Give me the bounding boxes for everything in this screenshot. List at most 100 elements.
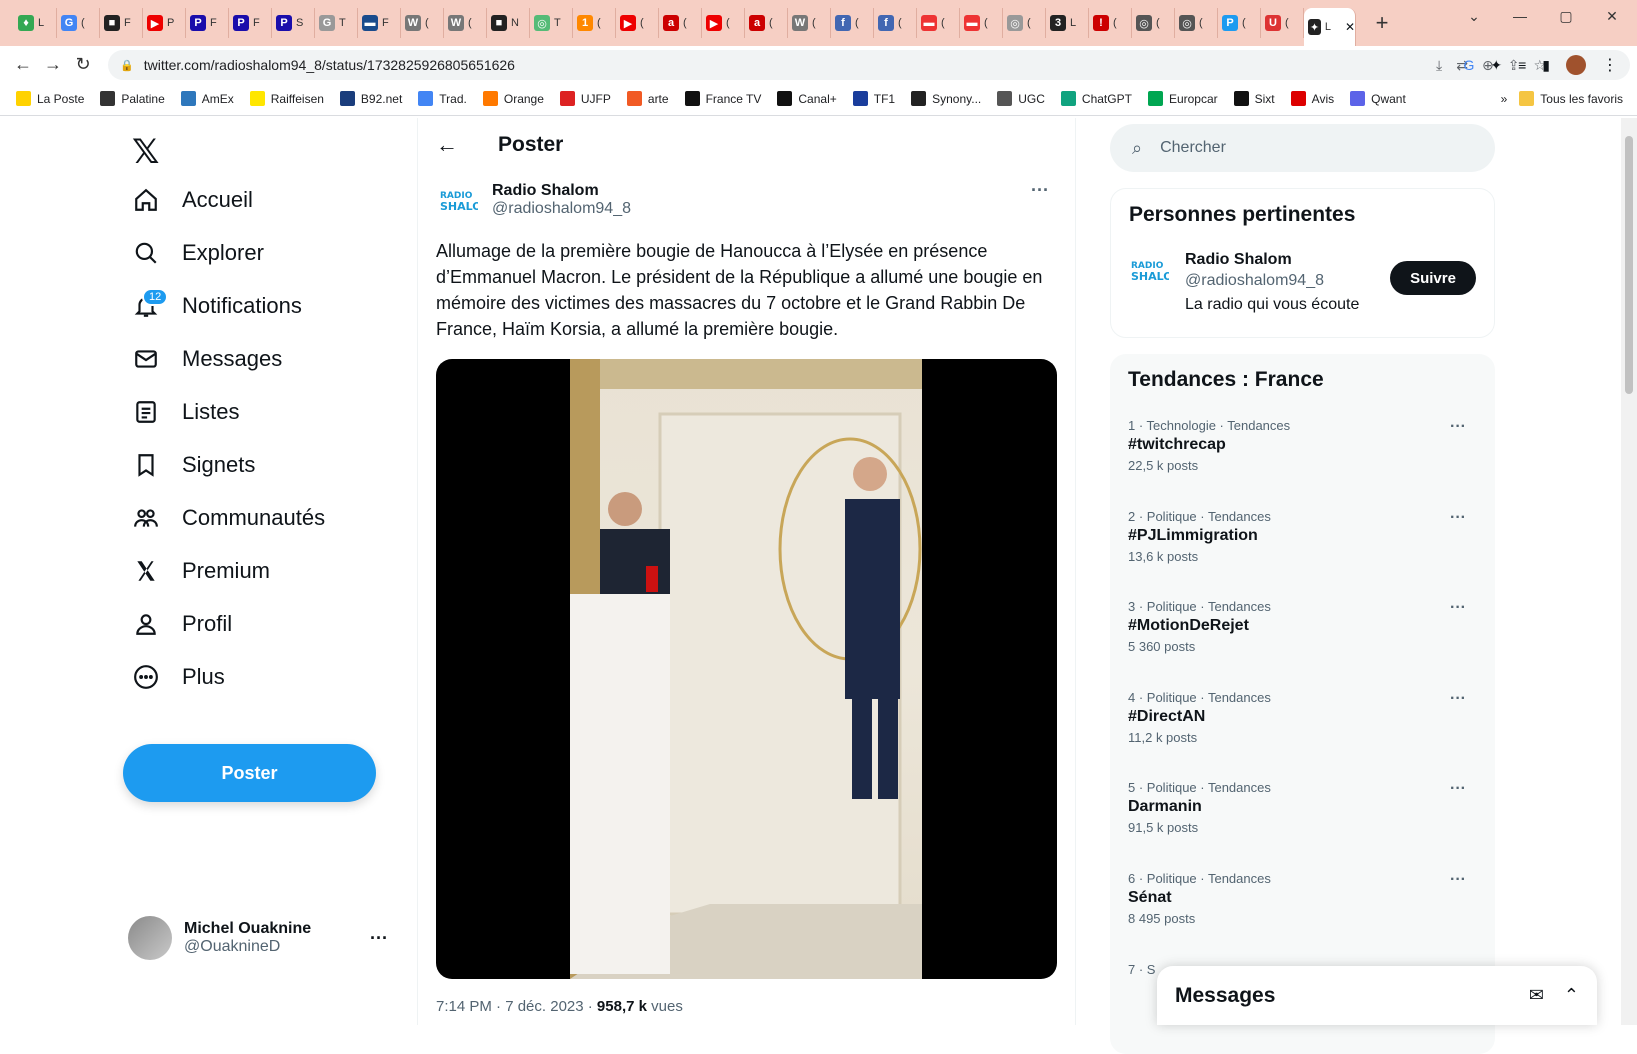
- post-button[interactable]: Poster: [123, 744, 376, 802]
- more-horizontal-icon[interactable]: ···: [1450, 418, 1466, 436]
- more-horizontal-icon[interactable]: ···: [370, 928, 388, 949]
- browser-tab[interactable]: ▬ F: [358, 8, 401, 38]
- nav-item-explorer[interactable]: Explorer: [132, 229, 264, 277]
- author-name[interactable]: Radio Shalom: [492, 182, 631, 200]
- minimize-icon[interactable]: —: [1497, 0, 1543, 32]
- bookmark-item[interactable]: Raiffeisen: [249, 91, 324, 106]
- bookmark-item[interactable]: Europcar: [1147, 91, 1218, 106]
- browser-tab[interactable]: ◎(: [1175, 8, 1218, 38]
- messages-drawer[interactable]: Messages ✉ ⌃: [1157, 966, 1597, 1025]
- address-bar[interactable]: 🔒 twitter.com/radioshalom94_8/status/173…: [108, 50, 1630, 80]
- nav-item-listes[interactable]: Listes: [132, 388, 239, 436]
- radio-shalom-logo-icon[interactable]: RADIOSHALOM: [436, 178, 480, 222]
- browser-tab[interactable]: G(: [57, 8, 100, 38]
- nav-item-communautés[interactable]: Communautés: [132, 494, 325, 542]
- bookmark-item[interactable]: B92.net: [339, 91, 402, 106]
- bookmark-item[interactable]: TF1: [852, 91, 895, 106]
- browser-tab[interactable]: f(: [831, 8, 874, 38]
- follow-button[interactable]: Suivre: [1390, 261, 1476, 295]
- install-icon[interactable]: ⤓: [1436, 57, 1442, 74]
- browser-tab[interactable]: f(: [874, 8, 917, 38]
- browser-tab[interactable]: PF: [229, 8, 272, 38]
- browser-tab[interactable]: PF: [186, 8, 229, 38]
- url-text[interactable]: twitter.com/radioshalom94_8/status/17328…: [144, 57, 515, 73]
- tweet-video[interactable]: [436, 359, 1057, 979]
- trend-item[interactable]: 6 · Politique · Tendances Sénat 8 495 post…: [1128, 871, 1478, 926]
- media-icon[interactable]: ≡: [1518, 57, 1526, 73]
- browser-tab[interactable]: ♦ L: [14, 8, 57, 38]
- trend-item[interactable]: 4 · Politique · Tendances #DirectAN 11,2 k…: [1128, 690, 1478, 745]
- trend-item[interactable]: 2 · Politique · Tendances #PJLimmigration…: [1128, 509, 1478, 564]
- browser-tab[interactable]: ◎(: [1132, 8, 1175, 38]
- search-box[interactable]: ⌕ Chercher: [1110, 124, 1495, 172]
- maximize-icon[interactable]: ▢: [1543, 0, 1589, 32]
- back-arrow-icon[interactable]: ←: [8, 49, 38, 79]
- more-horizontal-icon[interactable]: ···: [1450, 509, 1466, 527]
- browser-tab[interactable]: ◎(: [1003, 8, 1046, 38]
- browser-tab[interactable]: 3L: [1046, 8, 1089, 38]
- browser-tab[interactable]: W(: [788, 8, 831, 38]
- browser-tab[interactable]: ■ F: [100, 8, 143, 38]
- browser-tab[interactable]: ▶(: [616, 8, 659, 38]
- relevant-name[interactable]: Radio Shalom: [1185, 251, 1359, 269]
- browser-tab[interactable]: ✦ L ✕: [1304, 8, 1356, 46]
- reload-icon[interactable]: ↻: [68, 49, 98, 79]
- new-message-icon[interactable]: ✉: [1529, 985, 1544, 1006]
- nav-item-signets[interactable]: Signets: [132, 441, 255, 489]
- bookmark-item[interactable]: UJFP: [559, 91, 611, 106]
- browser-tab[interactable]: W(: [401, 8, 444, 38]
- bookmark-item[interactable]: Sixt: [1233, 91, 1275, 106]
- all-bookmarks[interactable]: Tous les favoris: [1519, 91, 1623, 106]
- lock-icon[interactable]: 🔒: [120, 59, 134, 72]
- bookmark-item[interactable]: Canal+: [777, 91, 837, 106]
- bookmark-item[interactable]: Avis: [1290, 91, 1334, 106]
- side-panel-icon[interactable]: ▮: [1542, 57, 1550, 74]
- trend-item[interactable]: 1 · Technologie · Tendances #twitchrecap 2…: [1128, 418, 1478, 473]
- bookmark-item[interactable]: Synony...: [911, 91, 981, 106]
- new-tab-icon[interactable]: +: [1370, 10, 1394, 36]
- more-horizontal-icon[interactable]: ···: [1450, 780, 1466, 798]
- relevant-person[interactable]: RADIOSHALOM Radio Shalom @radioshalom94_…: [1129, 251, 1359, 314]
- browser-tab[interactable]: a(: [659, 8, 702, 38]
- forward-arrow-icon[interactable]: →: [38, 49, 68, 79]
- relevant-handle[interactable]: @radioshalom94_8: [1185, 272, 1359, 290]
- menu-icon[interactable]: ⋮: [1602, 55, 1618, 75]
- radio-shalom-logo-icon[interactable]: RADIOSHALOM: [1129, 257, 1184, 301]
- puzzle-icon[interactable]: ✦: [1490, 57, 1502, 74]
- bookmarks-overflow-icon[interactable]: »: [1501, 92, 1508, 106]
- trend-item[interactable]: 5 · Politique · Tendances Darmanin 91,5 k …: [1128, 780, 1478, 835]
- browser-tab[interactable]: a(: [745, 8, 788, 38]
- bookmark-item[interactable]: AmEx: [180, 91, 234, 106]
- account-switcher[interactable]: Michel Ouaknine @OuaknineD ···: [128, 908, 398, 968]
- bookmark-item[interactable]: Qwant: [1350, 91, 1406, 106]
- browser-tab[interactable]: P(: [1218, 8, 1261, 38]
- more-horizontal-icon[interactable]: ···: [1450, 871, 1466, 889]
- bookmark-item[interactable]: France TV: [684, 91, 761, 106]
- expand-up-icon[interactable]: ⌃: [1564, 985, 1579, 1006]
- browser-tab[interactable]: ▬(: [960, 8, 1003, 38]
- tab-list-chevron-icon[interactable]: ⌄: [1451, 0, 1497, 32]
- bookmark-item[interactable]: Palatine: [100, 91, 165, 106]
- bookmark-item[interactable]: ChatGPT: [1060, 91, 1132, 106]
- bookmark-item[interactable]: La Poste: [16, 91, 84, 106]
- bookmark-item[interactable]: Trad.: [418, 91, 467, 106]
- browser-tab[interactable]: 1(: [573, 8, 616, 38]
- nav-item-accueil[interactable]: Accueil: [132, 176, 253, 224]
- browser-tab[interactable]: U(: [1261, 8, 1304, 38]
- browser-tab[interactable]: ▶(: [702, 8, 745, 38]
- profile-avatar[interactable]: [1566, 55, 1586, 75]
- nav-item-notifications[interactable]: 12 Notifications: [132, 282, 302, 330]
- bookmark-item[interactable]: arte: [626, 91, 669, 106]
- browser-tab[interactable]: W(: [444, 8, 487, 38]
- nav-item-premium[interactable]: Premium: [132, 547, 270, 595]
- browser-tab[interactable]: PS: [272, 8, 315, 38]
- tweet-author[interactable]: RADIOSHALOM Radio Shalom @radioshalom94_…: [436, 178, 631, 222]
- more-horizontal-icon[interactable]: ···: [1450, 599, 1466, 617]
- x-logo-icon[interactable]: 𝕏: [132, 132, 159, 172]
- close-tab-icon[interactable]: ✕: [1345, 20, 1355, 34]
- browser-tab[interactable]: GT: [315, 8, 358, 38]
- nav-item-messages[interactable]: Messages: [132, 335, 282, 383]
- back-icon[interactable]: ←: [436, 132, 458, 158]
- nav-item-plus[interactable]: Plus: [132, 653, 225, 701]
- close-window-icon[interactable]: ✕: [1589, 0, 1635, 32]
